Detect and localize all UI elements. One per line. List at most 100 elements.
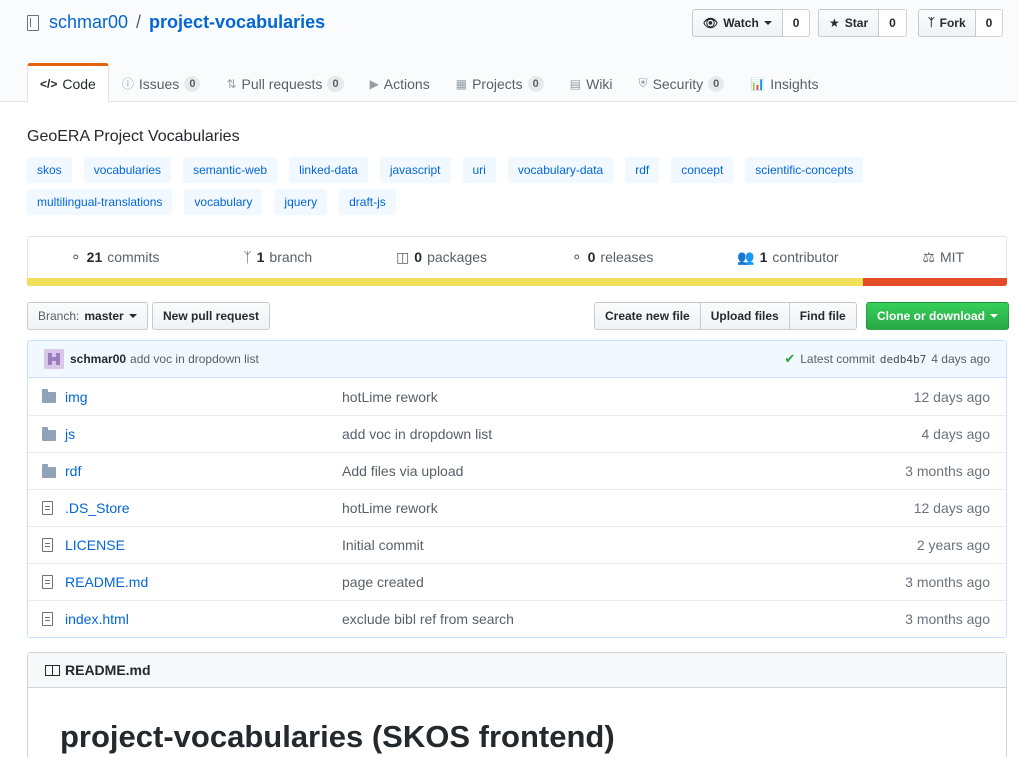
branches-link[interactable]: ᛉ 1 branch [243,249,312,265]
tab-actions[interactable]: ▶ Actions [357,63,443,102]
topic-tag[interactable]: concept [671,157,734,183]
releases-count: 0 [587,249,596,265]
new-pull-request-button[interactable]: New pull request [152,302,271,330]
tab-projects[interactable]: ▦ Projects 0 [443,63,557,102]
file-name-link[interactable]: index.html [65,611,342,627]
commits-link[interactable]: ⚬ 21 commits [70,249,159,266]
tab-counter: 0 [184,75,201,92]
topic-tag[interactable]: linked-data [289,157,368,183]
table-row[interactable]: img hotLime rework 12 days ago [28,378,1006,415]
topic-tag[interactable]: scientific-concepts [745,157,864,183]
table-row[interactable]: LICENSE Initial commit 2 years ago [28,526,1006,563]
branch-select-button[interactable]: Branch: master [27,302,148,330]
star-button[interactable]: ★ Star [818,9,880,37]
topic-list: skos vocabularies semantic-web linked-data j… [27,157,997,215]
law-icon: ⚖ [922,248,935,265]
tab-issues[interactable]: ⓘ Issues 0 [109,63,214,102]
tab-security[interactable]: ⛨ Security 0 [626,63,738,102]
readme-filename[interactable]: README.md [65,662,151,678]
tab-label: Wiki [586,75,613,92]
file-name-link[interactable]: img [65,389,342,405]
find-file-button[interactable]: Find file [788,302,857,330]
topic-tag[interactable]: vocabulary [184,189,263,215]
file-actions-group: Create new file Upload files Find file [594,302,857,330]
language-segment[interactable] [862,278,1007,286]
file-shape [42,501,53,515]
people-icon: 👥 [737,248,755,265]
file-rows: img hotLime rework 12 days ago js add voc in… [28,378,1006,637]
file-name-link[interactable]: README.md [65,574,342,590]
repo-title: schmar00 / project-vocabularies [27,12,325,33]
check-icon[interactable]: ✔ [784,351,795,367]
commit-sha[interactable]: dedb4b7 [880,353,926,366]
table-row[interactable]: index.html exclude bibl ref from search 3 … [28,600,1006,637]
file-commit-message[interactable]: Add files via upload [342,463,886,479]
packages-label: packages [427,249,488,265]
file-name-link[interactable]: .DS_Store [65,500,342,516]
file-commit-message[interactable]: hotLime rework [342,389,886,405]
topic-tag[interactable]: vocabularies [83,157,172,183]
commit-message[interactable]: add voc in dropdown list [130,352,259,366]
table-row[interactable]: js add voc in dropdown list 4 days ago [28,415,1006,452]
topic-tag[interactable]: uri [462,157,496,183]
file-commit-message[interactable]: exclude bibl ref from search [342,611,886,627]
play-icon: ▶ [369,76,379,91]
pull-request-icon: ⇅ [226,76,237,91]
file-shape [42,538,53,552]
commit-author[interactable]: schmar00 [70,352,126,366]
avatar[interactable] [44,349,64,369]
topic-tag[interactable]: javascript [379,157,451,183]
tab-insights[interactable]: 📊 Insights [737,63,831,102]
contributor-label: contributor [772,249,839,265]
license-link[interactable]: ⚖ MIT [922,249,964,266]
folder-icon [28,426,65,441]
file-name-link[interactable]: rdf [65,463,342,479]
clone-download-button[interactable]: Clone or download [866,302,1009,330]
star-count[interactable]: 0 [879,9,907,37]
tab-pull-requests[interactable]: ⇅ Pull requests 0 [213,63,356,102]
star-icon: ★ [829,16,840,30]
table-row[interactable]: README.md page created 3 months ago [28,563,1006,600]
topic-tag[interactable]: draft-js [339,189,396,215]
branch-prefix: Branch: [38,309,80,323]
file-name-link[interactable]: js [65,426,342,442]
issue-icon: ⓘ [121,77,134,91]
tab-label: Issues [138,75,180,92]
releases-label: releases [600,249,654,265]
file-commit-message[interactable]: Initial commit [342,537,886,553]
file-age: 12 days ago [913,388,990,405]
file-age: 3 months ago [905,574,990,590]
fork-count[interactable]: 0 [975,9,1004,37]
fork-button[interactable]: ᛉ Fork [918,9,976,37]
repo-tabs: </> Code ⓘ Issues 0 ⇅ Pull requests 0 ▶ … [27,63,831,103]
language-segment[interactable] [27,278,863,286]
table-row[interactable]: rdf Add files via upload 3 months ago [28,452,1006,489]
repo-owner-link[interactable]: schmar00 [49,12,128,33]
file-table: schmar00 add voc in dropdown list ✔ Late… [27,340,1007,638]
topic-tag[interactable]: jquery [274,189,328,215]
file-commit-message[interactable]: page created [342,574,886,590]
watch-count[interactable]: 0 [782,9,811,37]
tab-counter: 0 [527,75,544,92]
shield-icon: ⛨ [638,76,648,90]
contributors-link[interactable]: 👥 1 contributor [737,249,838,266]
file-commit-message[interactable]: add voc in dropdown list [342,426,886,442]
topic-tag[interactable]: skos [27,157,72,183]
table-row[interactable]: .DS_Store hotLime rework 12 days ago [28,489,1006,526]
packages-link[interactable]: ◫ 0 packages [396,249,487,266]
tag-icon: ⚬ [570,248,583,265]
file-commit-message[interactable]: hotLime rework [342,500,886,516]
language-bar[interactable] [27,278,1007,286]
file-name-link[interactable]: LICENSE [65,537,342,553]
watch-button[interactable]: 👁 Watch [692,9,783,37]
tab-code[interactable]: </> Code [27,63,109,103]
tab-wiki[interactable]: ▤ Wiki [557,63,626,102]
topic-tag[interactable]: rdf [625,157,660,183]
repo-name-link[interactable]: project-vocabularies [149,12,325,33]
topic-tag[interactable]: semantic-web [183,157,278,183]
topic-tag[interactable]: multilingual-translations [27,189,173,215]
releases-link[interactable]: ⚬ 0 releases [571,249,653,266]
create-new-file-button[interactable]: Create new file [594,302,701,330]
upload-files-button[interactable]: Upload files [699,302,790,330]
topic-tag[interactable]: vocabulary-data [507,157,614,183]
